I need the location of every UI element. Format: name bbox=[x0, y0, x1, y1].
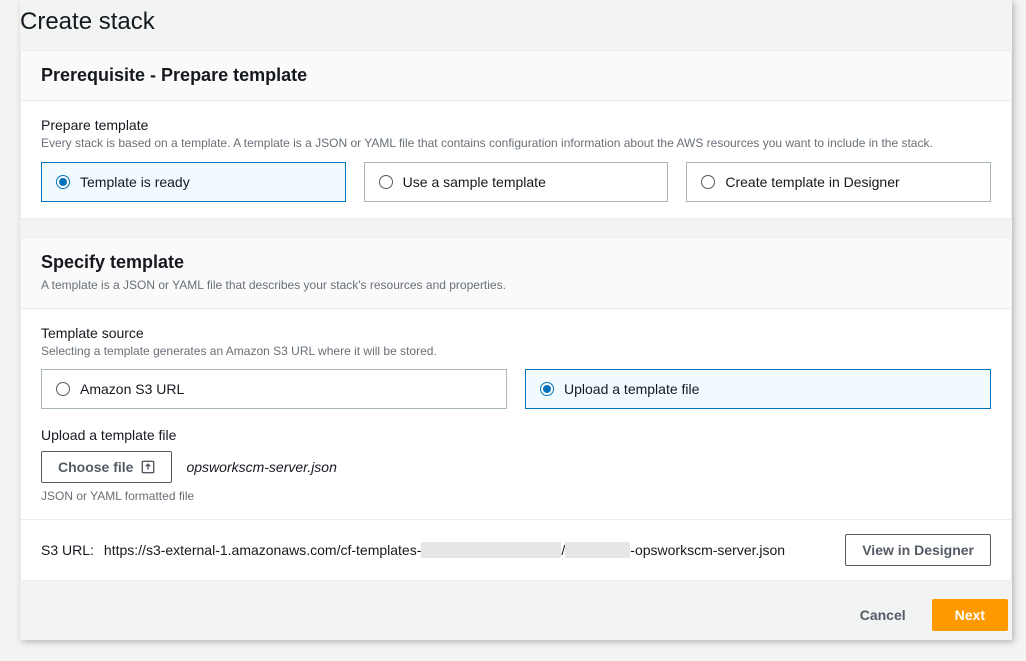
prerequisite-header: Prerequisite - Prepare template bbox=[21, 51, 1011, 101]
view-in-designer-button[interactable]: View in Designer bbox=[845, 534, 991, 566]
upload-icon bbox=[141, 460, 155, 474]
redacted-segment bbox=[565, 542, 630, 558]
option-label: Upload a template file bbox=[564, 381, 699, 397]
s3-url-prefix: https://s3-external-1.amazonaws.com/cf-t… bbox=[104, 542, 421, 558]
s3-url-value: https://s3-external-1.amazonaws.com/cf-t… bbox=[104, 542, 785, 558]
template-source-label: Template source bbox=[41, 325, 991, 341]
option-sample-template[interactable]: Use a sample template bbox=[364, 162, 669, 202]
s3-url-label: S3 URL: bbox=[41, 542, 94, 558]
uploaded-filename: opsworkscm-server.json bbox=[186, 459, 336, 475]
specify-heading: Specify template bbox=[41, 252, 991, 273]
radio-icon bbox=[540, 382, 554, 396]
specify-subtext: A template is a JSON or YAML file that d… bbox=[41, 277, 991, 294]
prepare-template-options: Template is ready Use a sample template … bbox=[41, 162, 991, 202]
choose-file-button[interactable]: Choose file bbox=[41, 451, 172, 483]
specify-body: Template source Selecting a template gen… bbox=[21, 309, 1011, 520]
prerequisite-heading: Prerequisite - Prepare template bbox=[41, 65, 991, 86]
next-button[interactable]: Next bbox=[932, 599, 1008, 631]
option-upload-template[interactable]: Upload a template file bbox=[525, 369, 991, 409]
s3-url-row: S3 URL: https://s3-external-1.amazonaws.… bbox=[21, 519, 1011, 580]
specify-template-panel: Specify template A template is a JSON or… bbox=[20, 237, 1012, 582]
option-create-designer[interactable]: Create template in Designer bbox=[686, 162, 991, 202]
choose-file-label: Choose file bbox=[58, 459, 133, 475]
radio-icon bbox=[56, 382, 70, 396]
radio-icon bbox=[56, 175, 70, 189]
upload-label: Upload a template file bbox=[41, 427, 991, 443]
radio-icon bbox=[379, 175, 393, 189]
prerequisite-body: Prepare template Every stack is based on… bbox=[21, 101, 1011, 218]
cancel-button[interactable]: Cancel bbox=[844, 601, 922, 629]
option-amazon-s3-url[interactable]: Amazon S3 URL bbox=[41, 369, 507, 409]
footer-actions: Cancel Next bbox=[20, 599, 1012, 631]
specify-header: Specify template A template is a JSON or… bbox=[21, 238, 1011, 309]
redacted-segment bbox=[421, 542, 561, 558]
option-template-ready[interactable]: Template is ready bbox=[41, 162, 346, 202]
option-label: Template is ready bbox=[80, 174, 190, 190]
prepare-template-desc: Every stack is based on a template. A te… bbox=[41, 135, 991, 152]
option-label: Use a sample template bbox=[403, 174, 546, 190]
option-label: Create template in Designer bbox=[725, 174, 899, 190]
view-in-designer-label: View in Designer bbox=[862, 542, 974, 558]
s3-url-suffix: -opsworkscm-server.json bbox=[630, 542, 785, 558]
radio-icon bbox=[701, 175, 715, 189]
prerequisite-panel: Prerequisite - Prepare template Prepare … bbox=[20, 50, 1012, 219]
upload-section: Upload a template file Choose file opswo… bbox=[41, 427, 991, 503]
option-label: Amazon S3 URL bbox=[80, 381, 184, 397]
template-source-desc: Selecting a template generates an Amazon… bbox=[41, 343, 991, 360]
template-source-options: Amazon S3 URL Upload a template file bbox=[41, 369, 991, 409]
upload-hint: JSON or YAML formatted file bbox=[41, 489, 991, 503]
page-title: Create stack bbox=[20, 0, 1012, 50]
prepare-template-label: Prepare template bbox=[41, 117, 991, 133]
